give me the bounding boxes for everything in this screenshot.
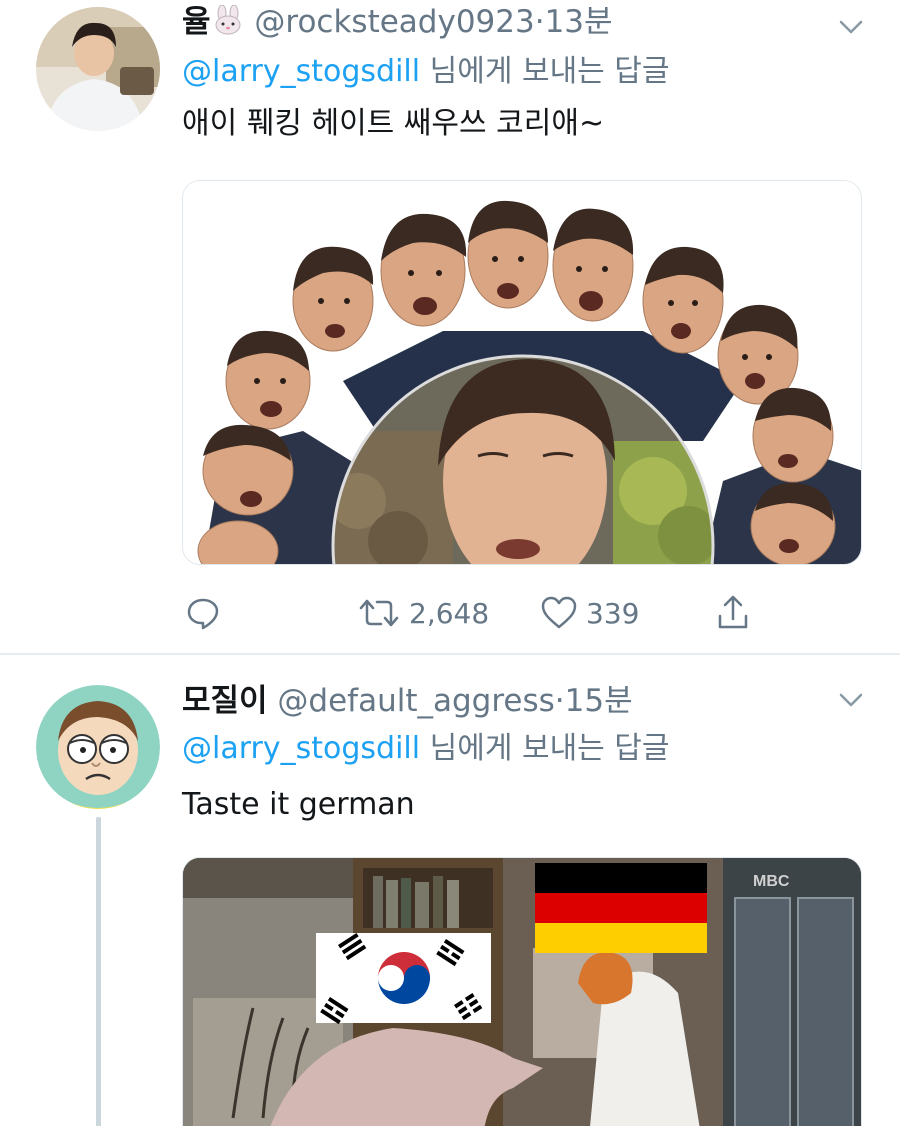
share-icon [716, 594, 750, 632]
chevron-down-icon[interactable] [836, 12, 866, 42]
rabbit-face-icon [211, 4, 245, 40]
like-count: 339 [586, 596, 640, 630]
display-name[interactable]: 율 [182, 4, 211, 40]
separator-dot: · [554, 683, 565, 719]
south-korea-flag [316, 933, 491, 1025]
avatar-photo [36, 7, 160, 131]
reply-to-suffix: 님에게 보내는 답글 [420, 54, 670, 89]
tweet-timestamp[interactable]: 15분 [565, 683, 633, 719]
share-button[interactable] [716, 588, 750, 638]
separator-dot: · [534, 4, 545, 40]
face-collage-image [183, 181, 861, 564]
tweet-header: 모질이 @default_aggress·15분 [182, 681, 633, 721]
tweet-actions: 2,648 339 [182, 588, 782, 638]
tweet-image[interactable]: MBC [182, 857, 862, 1126]
like-button[interactable]: 339 [540, 588, 639, 638]
retweet-button[interactable]: 2,648 [357, 588, 489, 638]
tweet-header: 율 @rocksteady0923·13분 [182, 2, 613, 42]
replying-to: @larry_stogsdill 님에게 보내는 답글 [182, 52, 670, 92]
tweet-2[interactable]: 모질이 @default_aggress·15분 @larry_stogsdil… [0, 655, 900, 1126]
retweet-icon [357, 596, 401, 630]
reply-to-mention[interactable]: @larry_stogsdill [182, 731, 420, 766]
reply-icon [186, 596, 220, 630]
reply-to-suffix: 님에게 보내는 답글 [420, 731, 670, 766]
tweet-image[interactable] [182, 180, 862, 565]
reply-to-mention[interactable]: @larry_stogsdill [182, 54, 420, 89]
replying-to: @larry_stogsdill 님에게 보내는 답글 [182, 729, 670, 769]
germany-flag [535, 863, 707, 953]
avatar-cartoon-face [36, 685, 160, 809]
mbc-watermark: MBC [753, 873, 790, 890]
tv-scene-image: MBC [183, 858, 861, 1126]
user-avatar[interactable] [36, 7, 160, 131]
chevron-down-icon[interactable] [836, 685, 866, 715]
user-handle[interactable]: @default_aggress [277, 683, 554, 719]
user-avatar[interactable] [36, 685, 160, 809]
tweet-text: 애이 풰킹 헤이트 쌔우쓰 코리애~ [182, 106, 605, 141]
thread-connector [96, 817, 101, 1126]
user-handle[interactable]: @rocksteady0923 [254, 4, 534, 40]
reply-button[interactable] [186, 588, 220, 638]
tweet-text: Taste it german [182, 787, 415, 822]
display-name[interactable]: 모질이 [182, 683, 268, 719]
heart-icon [540, 596, 578, 630]
tweet-1[interactable]: 율 @rocksteady0923·13분 @larry_stogsdill 님… [0, 0, 900, 655]
retweet-count: 2,648 [409, 596, 490, 630]
tweet-timestamp[interactable]: 13분 [545, 4, 613, 40]
